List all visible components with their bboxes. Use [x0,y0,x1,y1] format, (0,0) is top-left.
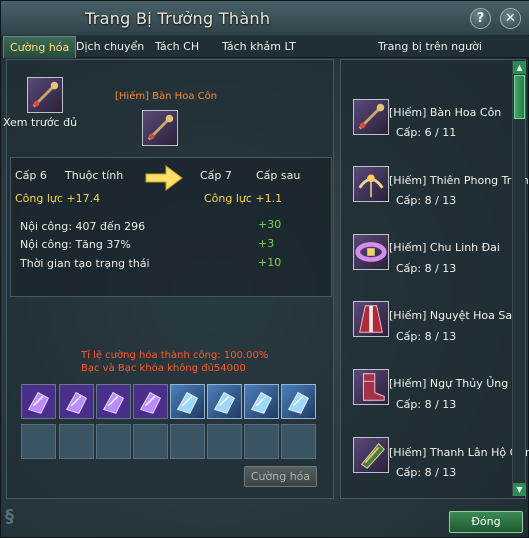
equipped-item-icon[interactable] [353,301,389,337]
staff-icon [358,103,385,130]
material-slot[interactable] [59,384,94,419]
material-slot[interactable] [133,384,168,419]
stat-row-label: Thời gian tạo trạng thái [20,257,150,270]
title-bar: Trang Bị Trưởng Thành ? ✕ [1,1,529,35]
empty-slot[interactable] [281,424,316,459]
material-slot[interactable] [207,384,242,419]
bracer-icon [360,442,385,469]
close-button[interactable]: Đóng [449,511,523,533]
tab-bar: Cường hóa Dịch chuyển Tách CH Tách khảm … [1,36,529,58]
equipped-header: Trang bị trên người [378,40,482,53]
next-level: Cấp 7 [200,169,232,182]
scroll-down-icon[interactable]: ▼ [513,483,526,496]
blue-crystal-icon [287,391,310,414]
equipped-item-icon[interactable] [353,99,389,135]
empty-slot[interactable] [133,424,168,459]
attribute-header: Thuộc tính [65,169,124,182]
preview-item-slot[interactable] [27,77,63,113]
stat-row-delta: +10 [258,256,282,269]
current-power: Công lực +17.4 [15,192,101,205]
equipped-item-icon[interactable] [353,234,389,270]
empty-slot[interactable] [244,424,279,459]
equipped-scrollbar[interactable]: ▲ ▼ [512,61,526,496]
close-x-button[interactable]: ✕ [500,8,521,29]
equipped-item-level: Cấp: 8 / 13 [396,194,457,207]
purple-crystal-icon [22,385,55,418]
equipped-item-icon[interactable] [353,437,389,473]
equipped-item-name[interactable]: [Hiếm] Thanh Lân Hộ Oản [389,446,529,459]
target-item-name: [Hiếm] Bàn Hoa Côn [115,91,218,102]
blue-crystal-icon [250,391,273,414]
success-rate-text: Tỉ lệ cường hóa thành công: 100.00% [81,350,269,361]
equipped-item-level: Cấp: 8 / 13 [396,262,457,275]
equipped-item-level: Cấp: 8 / 13 [396,466,457,479]
equipped-item-level: Cấp: 8 / 13 [396,398,457,411]
equipped-item-level: Cấp: 8 / 13 [396,330,457,343]
game-logo-icon: § [5,506,14,527]
material-slot[interactable] [244,384,279,419]
purple-crystal-icon [97,385,130,418]
scroll-thumb[interactable] [514,75,525,119]
equipped-item-icon[interactable] [353,369,389,405]
equipped-item-name[interactable]: [Hiếm] Ngự Thủy Ủng [389,377,508,390]
stat-row-label: Nội công: 407 đến 296 [20,220,146,233]
stat-row-label: Nội công: Tăng 37% [20,238,131,251]
silver-warning-text: Bạc và Bạc khóa không đủ54000 [81,363,246,374]
blue-crystal-icon [213,391,236,414]
window-title: Trang Bị Trưởng Thành [85,9,271,28]
current-level: Cấp 6 [15,169,47,182]
material-slot[interactable] [170,384,205,419]
tab-split-enhance[interactable]: Tách CH [149,36,205,58]
purple-crystal-icon [134,385,167,418]
staff-icon [32,81,59,108]
robe-icon [359,305,383,333]
empty-slot[interactable] [207,424,242,459]
equipped-item-level: Cấp: 6 / 11 [396,126,457,139]
hairpin-icon [358,174,384,198]
stat-row-delta: +30 [258,218,282,231]
material-slot[interactable] [281,384,316,419]
belt-icon [355,242,387,262]
tab-enhance[interactable]: Cường hóa [3,36,77,58]
enhance-button[interactable]: Cường hóa [244,466,317,487]
empty-slot[interactable] [59,424,94,459]
equipped-item-name[interactable]: [Hiếm] Bàn Hoa Côn [389,106,501,119]
preview-full-label[interactable]: Xem trước đủ [3,116,77,129]
empty-slot[interactable] [96,424,131,459]
tab-split-inlay[interactable]: Tách khảm LT [216,36,302,58]
equipped-item-icon[interactable] [353,166,389,202]
blue-crystal-icon [176,391,199,414]
purple-crystal-icon [60,385,93,418]
equipped-item-name[interactable]: [Hiếm] Thiên Phong Trâm [389,174,529,187]
tab-transfer[interactable]: Dịch chuyển [70,36,150,58]
empty-slot[interactable] [170,424,205,459]
equipped-panel: [Hiếm] Bàn Hoa Côn Cấp: 6 / 11 [Hiếm] Th… [340,59,529,499]
enhance-window: Trang Bị Trưởng Thành ? ✕ Cường hóa Dịch… [0,0,529,538]
equipped-item-name[interactable]: [Hiếm] Nguyệt Hoa Sam [389,309,523,322]
after-header: Cấp sau [256,169,301,182]
next-power: Công lực +1.1 [204,192,283,205]
material-slot[interactable] [96,384,131,419]
equipped-item-name[interactable]: [Hiếm] Chu Linh Đai [389,241,500,254]
staff-icon [147,114,174,141]
boots-icon [362,373,385,401]
material-slot[interactable] [21,384,56,419]
empty-slot[interactable] [21,424,56,459]
target-item-slot[interactable] [142,110,178,146]
arrow-right-icon [145,165,183,191]
help-button[interactable]: ? [470,8,491,29]
stat-row-delta: +3 [258,237,275,250]
scroll-up-icon[interactable]: ▲ [513,61,526,74]
